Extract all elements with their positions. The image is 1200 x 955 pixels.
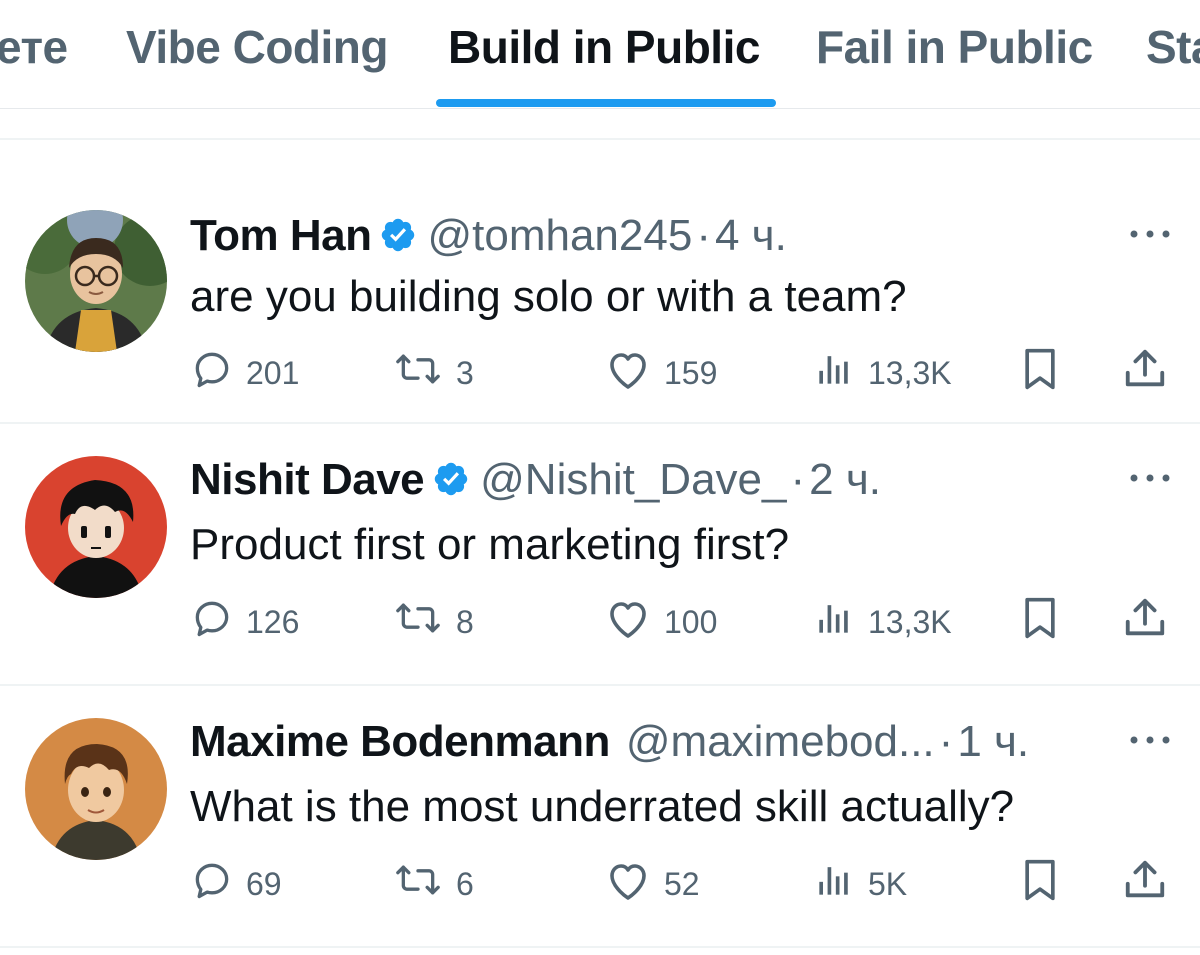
share-button[interactable]	[1122, 856, 1168, 912]
like-button[interactable]: 52	[604, 856, 700, 912]
separator-dot: ·	[790, 455, 806, 504]
views-icon	[812, 858, 856, 910]
avatar[interactable]	[25, 210, 167, 352]
author-handle[interactable]: @maximebod...	[626, 717, 935, 766]
tab-previous[interactable]: ете	[0, 18, 68, 76]
active-tab-indicator	[436, 99, 776, 107]
separator-dot: ·	[696, 211, 711, 260]
verified-badge-icon	[379, 212, 417, 268]
more-icon[interactable]	[1128, 466, 1172, 490]
tweet-item[interactable]: Nishit Dave @Nishit_Dave_·2 ч. Product fi…	[0, 422, 1200, 686]
heart-icon	[604, 858, 652, 910]
views-count: 13,3K	[868, 603, 952, 640]
bookmark-icon	[1018, 345, 1062, 401]
reply-count: 201	[246, 354, 300, 391]
retweet-button[interactable]: 3	[392, 345, 474, 401]
reply-icon	[190, 596, 234, 648]
reply-count: 69	[246, 865, 282, 902]
views-count: 13,3K	[868, 354, 952, 391]
retweet-icon	[392, 858, 444, 910]
separator-dot: ·	[938, 717, 954, 766]
timestamp[interactable]: 1 ч.	[957, 717, 1029, 766]
reply-button[interactable]: 126	[190, 594, 299, 650]
avatar[interactable]	[25, 456, 167, 598]
reply-button[interactable]: 69	[190, 856, 282, 912]
retweet-icon	[392, 347, 444, 399]
tab-next[interactable]: Sta	[1146, 18, 1200, 76]
like-count: 52	[664, 865, 700, 902]
tweet-text: Product first or marketing first?	[190, 520, 790, 569]
heart-icon	[604, 347, 652, 399]
more-icon[interactable]	[1128, 222, 1172, 246]
reply-icon	[190, 858, 234, 910]
bookmark-button[interactable]	[1018, 856, 1062, 912]
share-icon	[1122, 595, 1168, 649]
like-button[interactable]: 159	[604, 345, 717, 401]
avatar[interactable]	[25, 718, 167, 860]
retweet-count: 6	[456, 865, 474, 902]
views-icon	[812, 596, 856, 648]
tab-fail-in-public[interactable]: Fail in Public	[816, 18, 1093, 76]
retweet-count: 8	[456, 603, 474, 640]
share-button[interactable]	[1122, 345, 1168, 401]
like-count: 100	[664, 603, 718, 640]
author-name[interactable]: Maxime Bodenmann	[190, 717, 610, 766]
retweet-icon	[392, 596, 444, 648]
like-count: 159	[664, 354, 718, 391]
retweet-button[interactable]: 8	[392, 594, 474, 650]
tweet-text: are you building solo or with a team?	[190, 272, 907, 321]
tweet-text: What is the most underrated skill actual…	[190, 782, 1015, 831]
tweet-actions: 201 3 159 13,3K	[0, 345, 1200, 401]
timestamp[interactable]: 4 ч.	[715, 211, 787, 260]
tab-vibe-coding[interactable]: Vibe Coding	[126, 18, 389, 76]
timestamp[interactable]: 2 ч.	[809, 455, 881, 504]
author-handle[interactable]: @tomhan245	[427, 211, 692, 260]
author-name[interactable]: Nishit Dave	[190, 455, 425, 504]
views-button[interactable]: 5K	[812, 856, 907, 912]
views-icon	[812, 347, 856, 399]
reply-count: 126	[246, 603, 300, 640]
bookmark-icon	[1018, 594, 1062, 650]
share-button[interactable]	[1122, 594, 1168, 650]
divider	[0, 138, 1200, 140]
retweet-button[interactable]: 6	[392, 856, 474, 912]
tweet-item[interactable]: Maxime Bodenmann @maximebod...·1 ч. What …	[0, 684, 1200, 948]
author-name[interactable]: Tom Han	[190, 211, 372, 260]
tweet-actions: 126 8 100 13,3K	[0, 594, 1200, 650]
author-handle[interactable]: @Nishit_Dave_	[480, 455, 786, 504]
tweet-actions: 69 6 52 5K	[0, 856, 1200, 912]
bookmark-button[interactable]	[1018, 594, 1062, 650]
tweet-item[interactable]: Tom Han @tomhan245·4 ч. are you building …	[0, 160, 1200, 424]
reply-button[interactable]: 201	[190, 345, 299, 401]
tab-bar: ете Vibe Coding Build in Public Fail in …	[0, 0, 1200, 109]
views-count: 5K	[868, 865, 908, 902]
more-icon[interactable]	[1128, 728, 1172, 752]
bookmark-button[interactable]	[1018, 345, 1062, 401]
verified-badge-icon	[432, 456, 470, 512]
tab-build-in-public[interactable]: Build in Public	[448, 18, 760, 76]
bookmark-icon	[1018, 856, 1062, 912]
retweet-count: 3	[456, 354, 474, 391]
share-icon	[1122, 857, 1168, 911]
like-button[interactable]: 100	[604, 594, 717, 650]
share-icon	[1122, 346, 1168, 400]
views-button[interactable]: 13,3K	[812, 345, 952, 401]
heart-icon	[604, 596, 652, 648]
views-button[interactable]: 13,3K	[812, 594, 952, 650]
reply-icon	[190, 347, 234, 399]
